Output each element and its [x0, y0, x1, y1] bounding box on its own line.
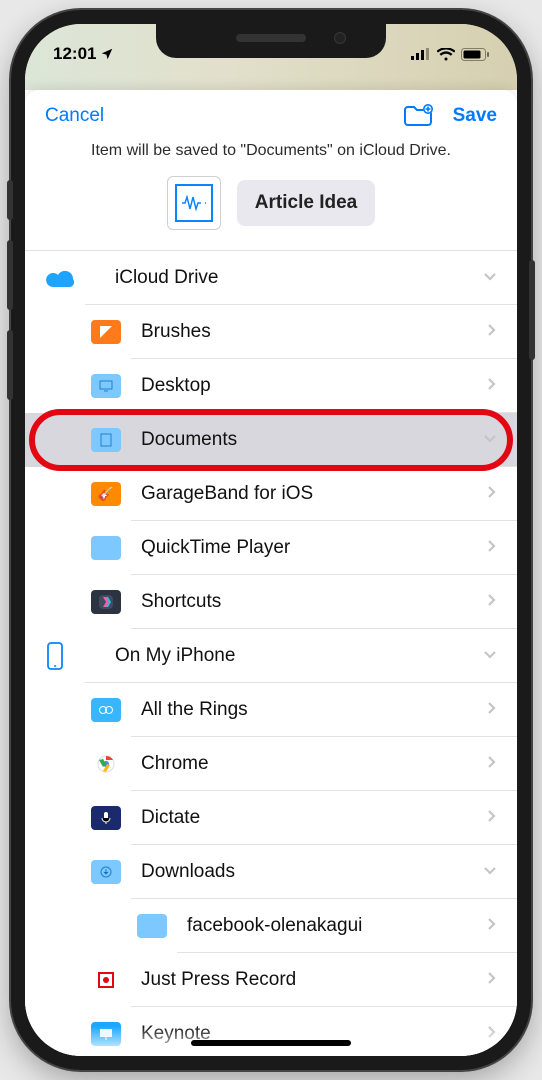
home-indicator [191, 1040, 351, 1046]
folder-label: On My iPhone [115, 645, 483, 667]
folder-label: GarageBand for iOS [141, 483, 487, 505]
folder-row[interactable]: Chrome [25, 737, 517, 791]
chevron-right-icon [487, 377, 497, 396]
chevron-right-icon [487, 917, 497, 936]
app-rings-icon [45, 698, 141, 722]
folder-label: Dictate [141, 807, 487, 829]
folder-label: Desktop [141, 375, 487, 397]
save-sheet: Cancel Save Item will be saved to "Docum… [25, 90, 517, 1056]
folder-label: Shortcuts [141, 591, 487, 613]
app-dictate-icon [45, 806, 141, 830]
app-garageband-icon: 🎸 [45, 482, 141, 506]
folder-label: Brushes [141, 321, 487, 343]
chevron-right-icon [487, 485, 497, 504]
cellular-icon [411, 48, 431, 60]
folder-row[interactable]: Dictate [25, 791, 517, 845]
chevron-right-icon [487, 539, 497, 558]
chevron-right-icon [487, 323, 497, 342]
folder-row[interactable]: Brushes [25, 305, 517, 359]
status-time: 12:01 [53, 44, 96, 64]
folder-label: Documents [141, 429, 483, 451]
folder-downloads-icon [45, 860, 141, 884]
folder-desktop-icon [45, 374, 141, 398]
chevron-right-icon [487, 809, 497, 828]
save-location-subtitle: Item will be saved to "Documents" on iCl… [25, 138, 517, 176]
screen: 12:01 Cancel Save Item will be saved to … [25, 24, 517, 1056]
new-folder-icon[interactable] [403, 104, 433, 128]
chevron-down-icon [483, 431, 497, 449]
folder-row[interactable]: Shortcuts [25, 575, 517, 629]
folder-doc-icon [45, 428, 141, 452]
iphone-icon [45, 641, 115, 671]
location-icon [100, 47, 114, 61]
nav-bar: Cancel Save [25, 90, 517, 138]
app-orange-icon [45, 320, 141, 344]
folder-label: Just Press Record [141, 969, 487, 991]
folder-row[interactable]: On My iPhone [25, 629, 517, 683]
folder-row[interactable]: iCloud Drive [25, 251, 517, 305]
chevron-down-icon [483, 863, 497, 881]
folder-row[interactable]: Downloads [25, 845, 517, 899]
folder-row[interactable]: facebook-olenakagui [25, 899, 517, 953]
folder-row[interactable]: QuickTime Player [25, 521, 517, 575]
folder-list[interactable]: iCloud Drive Brushes Desktop Documents 🎸Gara… [25, 250, 517, 1056]
folder-row[interactable]: Documents [25, 413, 517, 467]
chevron-right-icon [487, 1025, 497, 1044]
cloud-icon [45, 267, 115, 289]
app-shortcuts-icon [45, 590, 141, 614]
notch [156, 24, 386, 58]
folder-label: Chrome [141, 753, 487, 775]
folder-plain-icon [45, 914, 187, 938]
chevron-right-icon [487, 701, 497, 720]
app-chrome-icon [45, 752, 141, 776]
save-button[interactable]: Save [453, 105, 497, 127]
wifi-icon [437, 48, 455, 61]
phone-frame: 12:01 Cancel Save Item will be saved to … [11, 10, 531, 1070]
folder-plain-icon [45, 536, 141, 560]
folder-label: iCloud Drive [115, 267, 483, 289]
chevron-right-icon [487, 593, 497, 612]
folder-label: QuickTime Player [141, 537, 487, 559]
folder-row[interactable]: Keynote [25, 1007, 517, 1056]
folder-row[interactable]: Desktop [25, 359, 517, 413]
folder-label: All the Rings [141, 699, 487, 721]
app-record-icon [45, 968, 141, 992]
folder-label: facebook-olenakagui [187, 915, 487, 937]
file-preview-row: Article Idea [25, 176, 517, 250]
folder-row[interactable]: 🎸GarageBand for iOS [25, 467, 517, 521]
folder-row[interactable]: All the Rings [25, 683, 517, 737]
chevron-right-icon [487, 971, 497, 990]
app-keynote-icon [45, 1022, 141, 1046]
chevron-down-icon [483, 647, 497, 665]
file-name-chip[interactable]: Article Idea [237, 180, 375, 226]
chevron-right-icon [487, 755, 497, 774]
battery-icon [461, 48, 489, 61]
file-type-icon [167, 176, 221, 230]
folder-row[interactable]: Just Press Record [25, 953, 517, 1007]
chevron-down-icon [483, 269, 497, 287]
folder-label: Downloads [141, 861, 483, 883]
cancel-button[interactable]: Cancel [45, 105, 104, 127]
